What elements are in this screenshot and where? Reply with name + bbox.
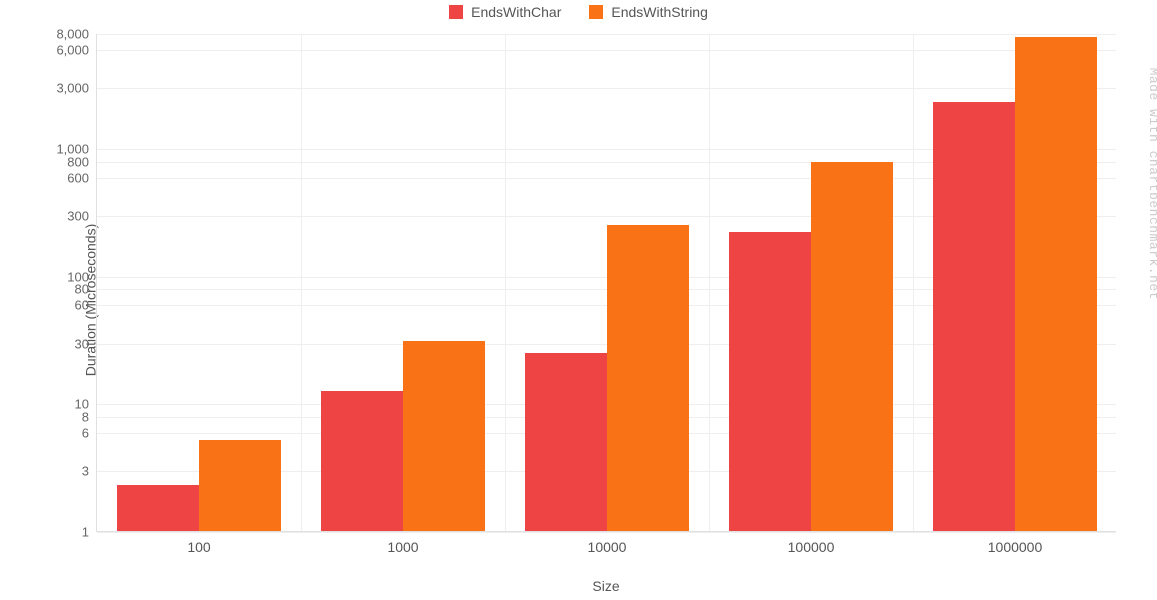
legend-label: EndsWithString: [611, 4, 707, 20]
watermark: Made with chartbenchmark.net: [1146, 68, 1157, 300]
bar-endswithchar-100000[interactable]: [729, 232, 811, 531]
gridline-h: [97, 88, 1116, 89]
bar-endswithstring-1000[interactable]: [403, 341, 485, 531]
y-tick-label: 30: [75, 336, 97, 351]
y-tick-label: 3,000: [56, 81, 97, 96]
x-axis-label: Size: [96, 578, 1116, 594]
gridline-h: [97, 50, 1116, 51]
bar-endswithchar-100[interactable]: [117, 485, 199, 531]
legend-item-endswithchar[interactable]: EndsWithChar: [449, 4, 561, 20]
x-tick-label: 100: [187, 531, 210, 555]
plot-area: 1368103060801003006008001,0003,0006,0008…: [96, 34, 1116, 532]
x-tick-label: 100000: [788, 531, 835, 555]
bar-endswithchar-1000000[interactable]: [933, 102, 1015, 531]
y-tick-label: 10: [75, 397, 97, 412]
bar-endswithstring-10000[interactable]: [607, 225, 689, 531]
x-tick-label: 1000000: [988, 531, 1043, 555]
y-tick-label: 6,000: [56, 42, 97, 57]
gridline-v: [709, 34, 710, 531]
bar-endswithchar-1000[interactable]: [321, 391, 403, 531]
y-tick-label: 1: [82, 525, 97, 540]
y-tick-label: 600: [67, 170, 97, 185]
y-tick-label: 8,000: [56, 27, 97, 42]
y-tick-label: 60: [75, 298, 97, 313]
gridline-v: [505, 34, 506, 531]
bar-endswithstring-1000000[interactable]: [1015, 37, 1097, 531]
y-tick-label: 300: [67, 208, 97, 223]
legend-swatch: [589, 5, 603, 19]
bar-endswithchar-10000[interactable]: [525, 353, 607, 531]
y-tick-label: 3: [82, 464, 97, 479]
x-tick-label: 10000: [588, 531, 627, 555]
legend: EndsWithChar EndsWithString: [0, 4, 1157, 20]
x-tick-label: 1000: [387, 531, 418, 555]
y-tick-label: 1,000: [56, 142, 97, 157]
legend-label: EndsWithChar: [471, 4, 561, 20]
y-tick-label: 6: [82, 425, 97, 440]
legend-swatch: [449, 5, 463, 19]
gridline-h: [97, 34, 1116, 35]
bar-endswithstring-100000[interactable]: [811, 162, 893, 531]
gridline-v: [913, 34, 914, 531]
benchmark-bar-chart: EndsWithCharEndsWithString Duration (Mic…: [0, 0, 1157, 600]
bar-endswithstring-100[interactable]: [199, 440, 281, 531]
y-tick-label: 100: [67, 269, 97, 284]
legend-item-endswithstring[interactable]: EndsWithString: [589, 4, 707, 20]
gridline-v: [301, 34, 302, 531]
